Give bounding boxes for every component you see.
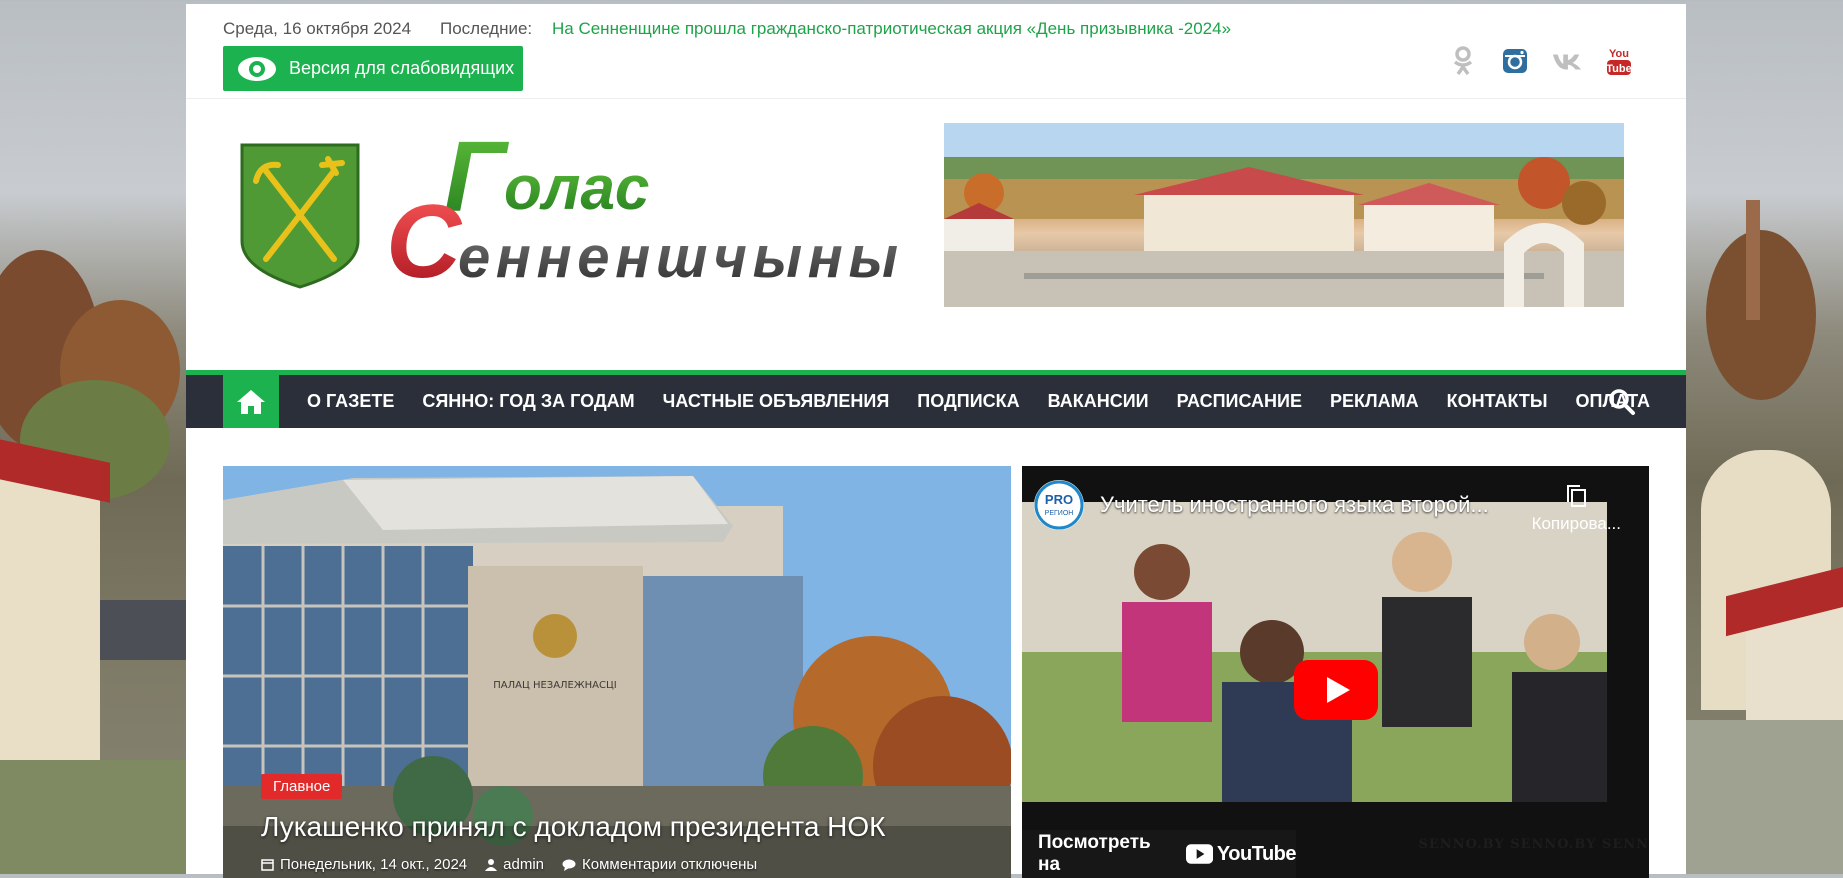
town-banner-image (944, 123, 1624, 307)
copy-link-button[interactable]: Копирова... (1532, 484, 1621, 534)
youtube-logo-icon (1185, 844, 1213, 864)
article-date-text: Понедельник, 14 окт., 2024 (280, 856, 468, 873)
article-comments: Комментарии отключены (562, 856, 757, 873)
site-header: Г олас С енненшчыны (186, 99, 1686, 371)
top-bar: Среда, 16 октября 2024 Последние: На Сен… (186, 4, 1686, 99)
user-icon (485, 859, 498, 871)
category-tag[interactable]: Главное (261, 774, 343, 799)
instagram-icon[interactable] (1500, 46, 1530, 76)
social-links: You Tube (1448, 46, 1634, 76)
page-container: Среда, 16 октября 2024 Последние: На Сен… (186, 4, 1686, 878)
video-title[interactable]: Учитель иностранного языка второй... (1100, 492, 1489, 518)
nav-item-subscription[interactable]: ПОДПИСКА (903, 375, 1033, 428)
featured-article[interactable]: ПАЛАЦ НЕЗАЛЕЖНАСЦІ Главное Лукашенко при… (223, 466, 1011, 878)
eye-icon (238, 56, 276, 81)
video-thumbnail (1022, 502, 1607, 802)
watch-on-label: Посмотреть на (1038, 832, 1151, 875)
play-button-icon[interactable] (1294, 660, 1378, 720)
youtube-embed[interactable]: PRO РЕГИОН Учитель иностранного языка вт… (1022, 466, 1649, 878)
svg-text:You: You (1609, 48, 1629, 60)
nav-item-history[interactable]: СЯННО: ГОД ЗА ГОДАМ (408, 375, 648, 428)
svg-text:РЕГИОН: РЕГИОН (1045, 510, 1074, 517)
channel-logo[interactable]: PRO РЕГИОН (1034, 480, 1084, 530)
nav-item-contacts[interactable]: КОНТАКТЫ (1433, 375, 1562, 428)
accessibility-button-label: Версия для слабовидящих (289, 58, 515, 78)
channel-logo-text: PRO (1045, 492, 1073, 507)
article-comments-text: Комментарии отключены (582, 856, 758, 873)
background-right (1686, 0, 1843, 874)
current-date: Среда, 16 октября 2024 (223, 19, 412, 38)
article-author[interactable]: admin (485, 856, 544, 873)
odnoklassniki-icon[interactable] (1448, 46, 1478, 76)
vk-icon[interactable] (1552, 46, 1582, 76)
video-watermark: SENNO.BY SENNO.BY SENN (1418, 837, 1649, 852)
youtube-wordmark: YouTube (1216, 842, 1297, 865)
comment-icon (562, 859, 576, 871)
watch-on-youtube-button[interactable]: Посмотреть на YouTube (1022, 830, 1297, 878)
latest-news-link[interactable]: На Сенненщине прошла гражданско-патриоти… (552, 19, 1231, 39)
nav-item-vacancies[interactable]: ВАКАНСИИ (1034, 375, 1163, 428)
latest-news-label: Последние: (440, 19, 533, 38)
main-navigation: О ГАЗЕТЕ СЯННО: ГОД ЗА ГОДАМ ЧАСТНЫЕ ОБЪ… (186, 370, 1686, 428)
nav-menu: О ГАЗЕТЕ СЯННО: ГОД ЗА ГОДАМ ЧАСТНЫЕ ОБЪ… (293, 375, 1664, 428)
search-icon[interactable] (1608, 388, 1636, 416)
article-author-text: admin (503, 856, 545, 873)
background-left (0, 0, 186, 874)
featured-article-title[interactable]: Лукашенко принял с докладом президента Н… (261, 811, 885, 843)
home-button[interactable] (223, 375, 279, 428)
article-date: Понедельник, 14 окт., 2024 (261, 856, 467, 873)
copy-link-label: Копирова... (1531, 514, 1621, 533)
logo-line1-rest: олас (504, 154, 649, 223)
building-sign: ПАЛАЦ НЕЗАЛЕЖНАСЦІ (493, 680, 616, 691)
logo-line2-rest: енненшчыны (458, 225, 898, 290)
nav-item-advertising[interactable]: РЕКЛАМА (1316, 375, 1433, 428)
logo-second-letter: С (386, 184, 463, 300)
nav-item-schedule[interactable]: РАСПИСАНИЕ (1163, 375, 1316, 428)
copy-icon (1567, 485, 1587, 507)
svg-text:Tube: Tube (1606, 63, 1631, 75)
nav-item-classifieds[interactable]: ЧАСТНЫЕ ОБЪЯВЛЕНИЯ (649, 375, 904, 428)
article-meta: Понедельник, 14 окт., 2024 admin Коммент… (261, 856, 757, 873)
calendar-icon (261, 859, 274, 871)
accessibility-version-button[interactable]: Версия для слабовидящих (223, 46, 523, 91)
site-logo[interactable]: Г олас С енненшчыны (386, 121, 926, 301)
home-icon (237, 389, 265, 414)
nav-item-about[interactable]: О ГАЗЕТЕ (293, 375, 408, 428)
youtube-icon[interactable]: You Tube (1604, 46, 1634, 76)
coat-of-arms-icon (240, 143, 360, 289)
